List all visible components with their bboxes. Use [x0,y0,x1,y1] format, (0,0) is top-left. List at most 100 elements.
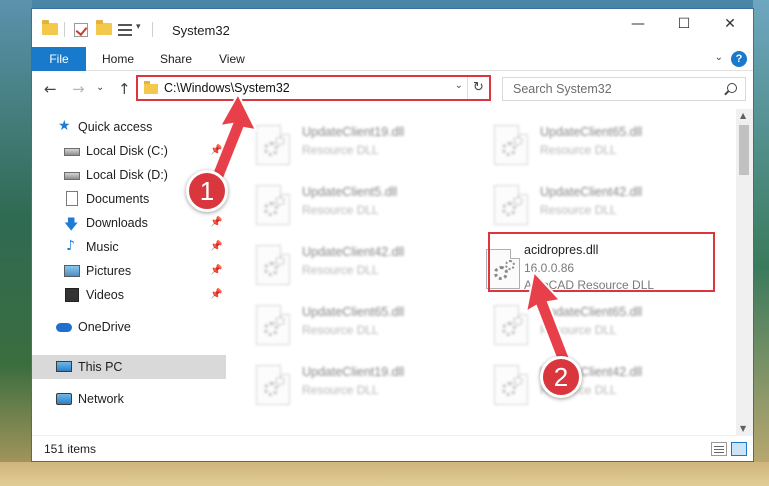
file-name: UpdateClient5.dll [302,185,398,199]
maximize-button[interactable]: ☐ [661,9,707,39]
list-item[interactable]: UpdateClient42.dll Resource DLL [476,177,696,233]
title-bar: ▾ System32 — ☐ ✕ [32,9,753,47]
file-type: Resource DLL [540,203,617,217]
documents-icon [66,191,78,206]
list-item[interactable]: UpdateClient19.dll Resource DLL [238,117,458,173]
this-pc-icon [56,361,72,372]
sidebar-item-onedrive[interactable]: OneDrive [32,315,226,339]
disk-icon [64,148,80,156]
ribbon-tabs: File Home Share View ⌄ ? [32,47,753,71]
status-bar: 151 items [32,435,753,461]
sidebar-item-label: Pictures [86,264,132,278]
tab-share[interactable]: Share [160,47,192,71]
dll-file-icon [256,245,290,285]
title-divider [152,22,153,37]
details-view-icon[interactable] [711,442,727,456]
sidebar-item-label: This PC [78,360,123,374]
pin-icon[interactable]: 📌 [210,241,222,252]
star-icon: ★ [58,118,71,134]
dll-file-icon [494,185,528,225]
new-folder-icon[interactable] [96,20,112,35]
music-icon: ♪ [66,238,75,254]
sidebar-item-label: Videos [86,288,124,302]
file-name: UpdateClient19.dll [302,365,405,379]
up-arrow-icon[interactable]: ↑ [118,80,131,98]
download-icon: 🡇 [64,217,79,233]
dll-file-icon [256,365,290,405]
sidebar-item-videos[interactable]: Videos 📌 [32,283,226,307]
sidebar-item-label: Local Disk (D:) [86,168,168,182]
dll-file-icon [256,305,290,345]
search-input[interactable]: Search System32 [513,82,612,96]
scroll-down-icon[interactable]: ▼ [740,424,746,433]
help-icon[interactable]: ? [731,51,747,67]
disk-icon [64,172,80,180]
desktop-background-bottom [0,462,769,486]
recent-locations-chevron-icon[interactable]: ⌄ [96,82,104,93]
back-arrow-icon[interactable]: ← [44,80,57,98]
file-name: UpdateClient65.dll [540,125,643,139]
list-item[interactable]: UpdateClient65.dll Resource DLL [476,117,696,173]
vertical-scrollbar[interactable]: ▲ ▼ [736,109,753,435]
videos-icon [65,288,79,302]
sidebar-item-label: Downloads [86,216,148,230]
file-type: Resource DLL [302,383,379,397]
tab-home[interactable]: Home [102,47,134,71]
desktop-background-left [0,0,32,486]
sidebar-item-label: Network [78,392,124,406]
tab-file[interactable]: File [32,47,86,71]
folder-icon [42,20,58,35]
file-name: UpdateClient42.dll [302,245,405,259]
scrollbar-thumb[interactable] [739,125,749,175]
network-icon [56,393,72,405]
dll-file-icon [256,125,290,165]
search-icon[interactable] [727,83,737,93]
list-item[interactable]: UpdateClient19.dll Resource DLL [238,357,458,413]
close-button[interactable]: ✕ [707,9,753,39]
expand-ribbon-chevron-icon[interactable]: ⌄ [715,52,723,63]
file-type: Resource DLL [302,203,379,217]
refresh-icon[interactable]: ↻ [467,77,489,99]
dll-file-icon [256,185,290,225]
sidebar-item-label: Quick access [78,120,153,134]
address-folder-icon [144,81,158,94]
desktop-background-right [753,0,769,486]
sidebar-item-label: Music [86,240,119,254]
file-type: Resource DLL [302,323,379,337]
file-type: Resource DLL [302,143,379,157]
pin-icon[interactable]: 📌 [210,289,222,300]
file-name: UpdateClient42.dll [540,185,643,199]
step-1-badge: 1 [186,170,228,212]
pictures-icon [64,265,80,277]
sidebar-item-label: OneDrive [78,320,131,334]
sidebar-item-music[interactable]: ♪ Music 📌 [32,235,226,259]
tab-view[interactable]: View [219,47,245,71]
pin-icon[interactable]: 📌 [210,265,222,276]
item-count: 151 items [44,442,97,456]
file-type: Resource DLL [302,263,379,277]
rename-icon[interactable] [118,23,132,37]
pin-icon[interactable]: 📌 [210,217,222,228]
onedrive-icon [56,323,72,332]
file-name: UpdateClient19.dll [302,125,405,139]
list-item[interactable]: UpdateClient42.dll Resource DLL [238,237,458,293]
properties-check-icon[interactable] [74,23,88,37]
dll-file-icon [494,125,528,165]
large-icons-view-icon[interactable] [731,442,747,456]
step-2-badge: 2 [540,356,582,398]
sidebar-item-downloads[interactable]: 🡇 Downloads 📌 [32,211,226,235]
scroll-up-icon[interactable]: ▲ [740,111,746,120]
sidebar-item-pictures[interactable]: Pictures 📌 [32,259,226,283]
list-item[interactable]: UpdateClient5.dll Resource DLL [238,177,458,233]
search-box[interactable]: Search System32 [502,77,746,101]
customize-toolbar-chevron-icon[interactable]: ▾ [136,22,141,32]
sidebar-item-network[interactable]: Network [32,387,226,411]
address-dropdown-chevron-icon[interactable]: ⌄ [455,80,463,91]
forward-arrow-icon[interactable]: → [72,80,85,98]
sidebar-item-label: Local Disk (C:) [86,144,168,158]
sidebar-item-this-pc[interactable]: This PC [32,355,226,379]
navigation-bar: ← → ⌄ ↑ C:\Windows\System32 ⌄ ↻ Search S… [32,72,753,108]
minimize-button[interactable]: — [615,9,661,39]
file-name: UpdateClient65.dll [302,305,405,319]
list-item[interactable]: UpdateClient65.dll Resource DLL [238,297,458,353]
